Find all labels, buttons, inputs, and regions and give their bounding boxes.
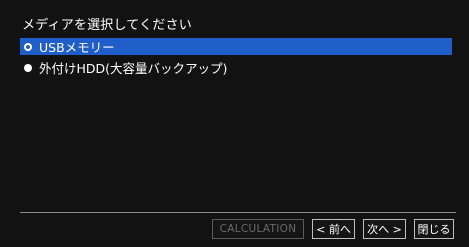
radio-selected-icon: [24, 42, 32, 51]
option-label: USBメモリー: [39, 40, 115, 55]
option-external-hdd[interactable]: 外付けHDD(大容量バックアップ): [20, 59, 452, 76]
next-button[interactable]: 次へ >: [363, 219, 406, 239]
option-usb-memory[interactable]: USBメモリー: [20, 38, 452, 55]
footer-divider: [20, 212, 456, 213]
dialog-title: メディアを選択してください: [22, 18, 192, 33]
media-select-dialog: メディアを選択してください USBメモリー 外付けHDD(大容量バックアップ) …: [0, 0, 469, 247]
radio-bullet-icon: [24, 63, 32, 72]
close-button[interactable]: 閉じる: [414, 219, 454, 239]
prev-button[interactable]: < 前へ: [312, 219, 355, 239]
calculation-button[interactable]: CALCULATION: [212, 219, 304, 239]
option-label: 外付けHDD(大容量バックアップ): [39, 61, 228, 76]
